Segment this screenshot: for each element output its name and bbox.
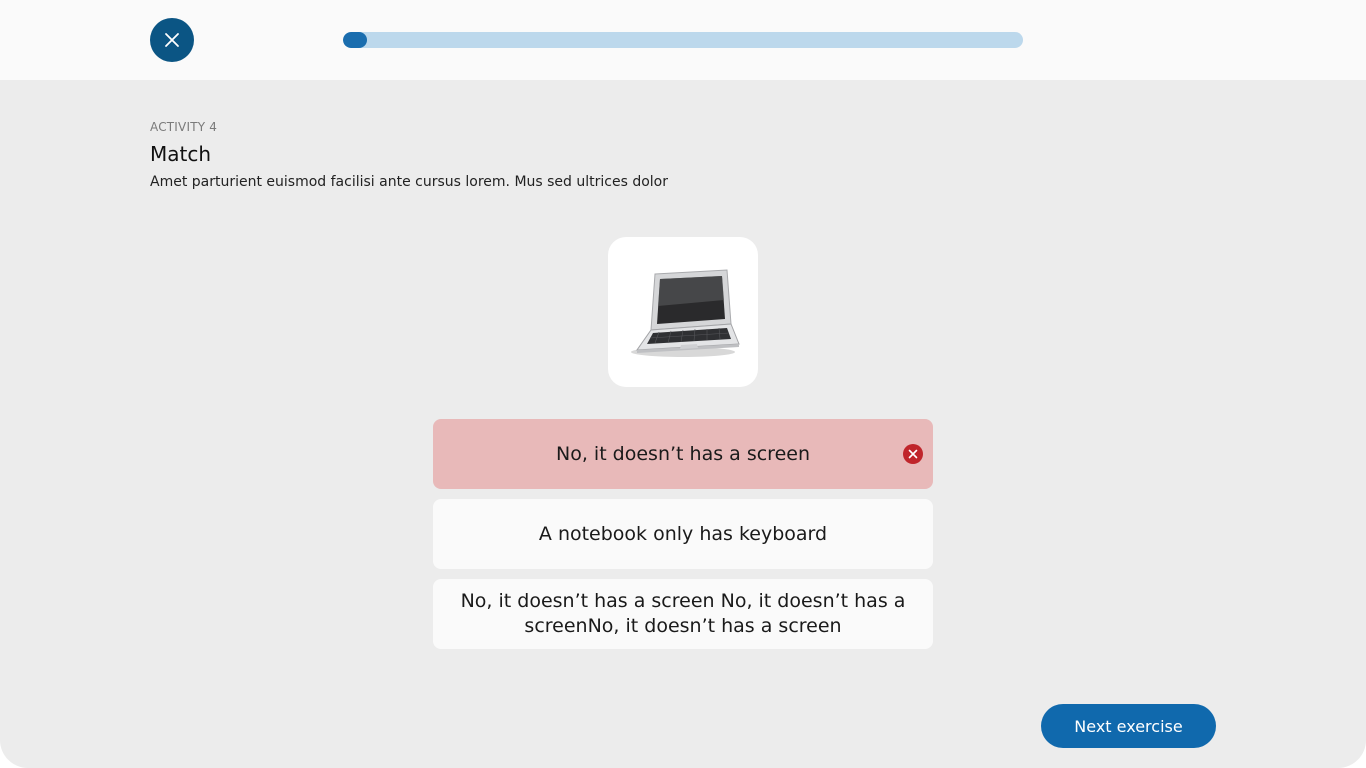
app-window: ACTIVITY 4 Match Amet parturient euismod… <box>0 0 1366 768</box>
answer-option-text: No, it doesn’t has a screen No, it doesn… <box>460 590 906 637</box>
error-circle-icon <box>903 444 923 464</box>
answer-option-2[interactable]: A notebook only has keyboard <box>433 499 933 569</box>
answer-option-3[interactable]: No, it doesn’t has a screen No, it doesn… <box>433 579 933 649</box>
top-bar <box>0 0 1366 80</box>
progress-fill <box>343 32 367 48</box>
answer-option-text: No, it doesn’t has a screen <box>556 442 810 465</box>
progress-bar <box>343 32 1023 48</box>
activity-label: ACTIVITY 4 <box>150 120 218 134</box>
laptop-image <box>623 260 743 364</box>
activity-description: Amet parturient euismod facilisi ante cu… <box>150 174 668 190</box>
close-button[interactable] <box>150 18 194 62</box>
next-exercise-button[interactable]: Next exercise <box>1041 704 1216 748</box>
answer-option-text: A notebook only has keyboard <box>538 522 828 545</box>
activity-header: ACTIVITY 4 Match Amet parturient euismod… <box>150 120 950 190</box>
image-card <box>608 237 758 387</box>
activity-title: Match <box>150 142 212 166</box>
close-icon <box>164 32 180 48</box>
answer-option-1[interactable]: No, it doesn’t has a screen <box>433 419 933 489</box>
